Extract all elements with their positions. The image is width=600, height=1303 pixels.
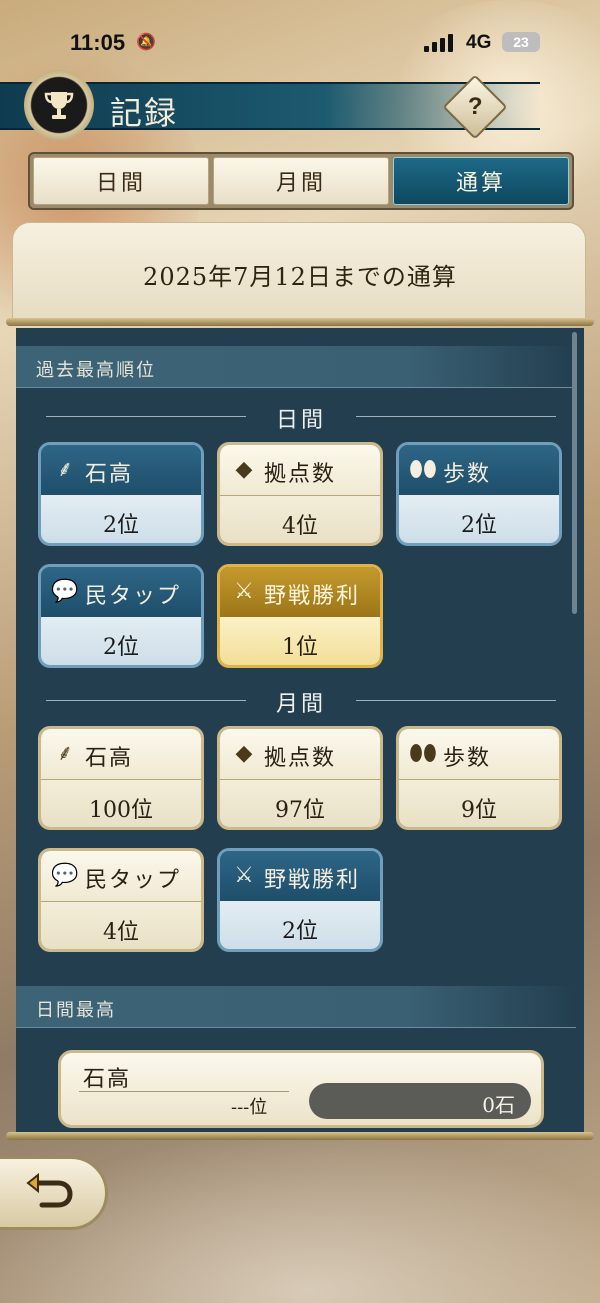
monthly-card-field-battle: ⚔ 野戦勝利 2位 [217, 848, 383, 952]
tab-daily[interactable]: 日間 [33, 157, 209, 205]
daily-card-bases: ◆ 拠点数 4位 [217, 442, 383, 546]
rank-value: 4位 [282, 514, 318, 539]
rank-value: 9位 [461, 798, 497, 823]
section-daily-best: 日間最高 [16, 986, 576, 1028]
monthly-card-tamin-tap: 💬 民タップ 4位 [38, 848, 204, 952]
diamond-icon: ◆ [235, 457, 253, 482]
record-rank: ---位 [231, 1097, 268, 1118]
panel-header: 2025年7月12日までの通算 [12, 222, 586, 322]
rice-icon: ⸙ [56, 457, 74, 482]
rank-value: 2位 [103, 635, 139, 660]
rank-value: 2位 [282, 919, 318, 944]
tab-monthly[interactable]: 月間 [213, 157, 389, 205]
divider-label: 月間 [275, 692, 326, 717]
tab-total[interactable]: 通算 [393, 157, 569, 205]
rank-value: 2位 [461, 513, 497, 538]
network-type: 4G [466, 32, 492, 53]
panel-title: 2025年7月12日までの通算 [143, 263, 457, 291]
speech-bubble-icon: 💬 [51, 579, 79, 604]
daily-card-tamin-tap: 💬 民タップ 2位 [38, 564, 204, 668]
back-arrow-icon [26, 1173, 73, 1208]
diamond-icon: ◆ [235, 741, 253, 766]
daily-card-kokudaka: ⸙ 石高 2位 [38, 442, 204, 546]
page-title: 記録 [110, 94, 179, 132]
scroll-rod-bottom [6, 1132, 594, 1140]
record-value-pill: 0石 [309, 1083, 531, 1119]
record-name: 石高 [83, 1067, 132, 1092]
rank-value: 1位 [282, 635, 318, 660]
footprints-icon: ⬮⬮ [409, 457, 437, 482]
battery-icon: 23 [502, 32, 540, 52]
scroll-rod-top [6, 318, 594, 326]
divider-daily: 日間 [46, 402, 556, 433]
signal-icon [424, 34, 456, 52]
rank-value: 4位 [103, 920, 139, 945]
divider-monthly: 月間 [46, 686, 556, 717]
divider-label: 日間 [275, 408, 326, 433]
monthly-card-kokudaka: ⸙ 石高 100位 [38, 726, 204, 830]
status-time: 11:05 [70, 30, 126, 55]
monthly-card-bases: ◆ 拠点数 97位 [217, 726, 383, 830]
daily-card-steps: ⬮⬮ 歩数 2位 [396, 442, 562, 546]
records-scroll-area[interactable]: 過去最高順位 日間 ⸙ 石高 2位 ◆ 拠点数 4位 ⬮⬮ 歩数 2位 💬 民タップ 2… [16, 328, 584, 1132]
record-value: 0石 [482, 1093, 515, 1117]
rank-value: 100位 [89, 798, 153, 823]
rice-icon: ⸙ [56, 741, 74, 766]
daily-card-field-battle: ⚔ 野戦勝利 1位 [217, 564, 383, 668]
crossed-swords-icon: ⚔ [234, 579, 254, 604]
speech-bubble-icon: 💬 [51, 863, 79, 888]
rank-value: 97位 [275, 798, 325, 823]
bell-mute-icon: 🔕 [136, 34, 156, 51]
monthly-card-steps: ⬮⬮ 歩数 9位 [396, 726, 562, 830]
scrollbar[interactable] [572, 332, 577, 614]
crossed-swords-icon: ⚔ [234, 863, 254, 888]
status-bar: 11:05 🔕 4G 23 [0, 0, 600, 80]
period-tabs: 日間 月間 通算 [28, 152, 574, 210]
question-icon: ? [467, 92, 483, 120]
back-button[interactable] [0, 1156, 108, 1230]
section-title: 過去最高順位 [36, 360, 156, 381]
section-best-rank: 過去最高順位 [16, 346, 576, 388]
section-title: 日間最高 [36, 1000, 116, 1021]
footprints-icon: ⬮⬮ [409, 741, 437, 766]
trophy-icon [24, 70, 94, 140]
daily-best-kokudaka: 石高 ---位 0石 [58, 1050, 544, 1128]
rank-value: 2位 [103, 513, 139, 538]
